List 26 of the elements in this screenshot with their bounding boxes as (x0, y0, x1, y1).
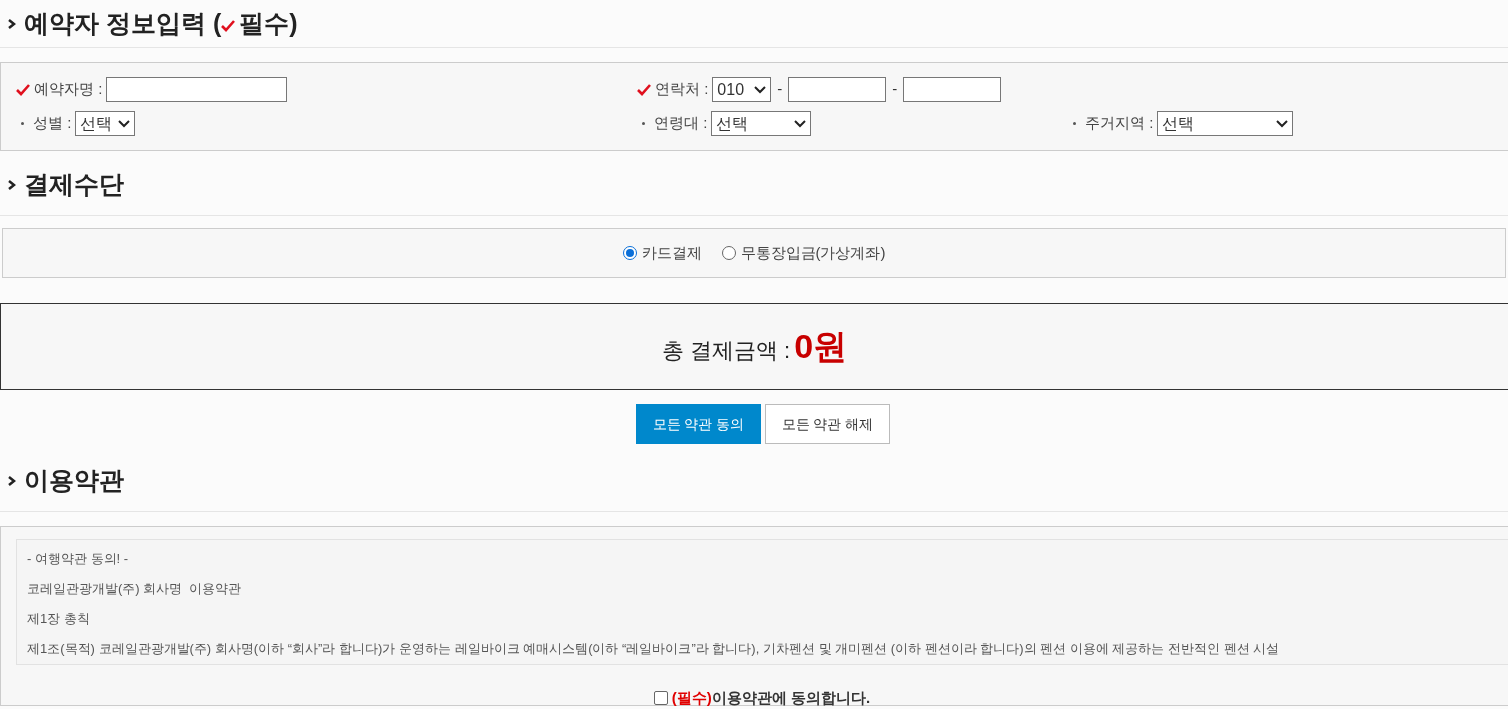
radio-option[interactable]: 무통장입금(가상계좌) (721, 241, 886, 265)
agree-button[interactable]: 모든 약관 해제 (765, 404, 890, 444)
agree-text: (필수)이용약관에 동의합니다. (671, 688, 871, 708)
total-amount: 0원 (794, 326, 848, 367)
select-dropdown[interactable]: 선택 (1157, 111, 1294, 136)
section-title: 이용약관 (24, 464, 124, 496)
section-title: 예약자 정보입력 ( (24, 7, 222, 39)
terms-text: - 여행약관 동의! - (27, 550, 130, 568)
terms-text: 제1조(목적) 코레일관광개발(주) 회사명(이하 “회사”라 합니다)가 운영하는 레일바이크 예매시스템(이하 “레일바이크”라 합니다), 기차펜션 및 개미펜션 (이하 펜션이라 합니다)의 펜션 이용에 제공하는 전반적인 펜션 시설 (27, 640, 1281, 658)
agree-button[interactable]: 모든 약관 동의 (636, 404, 761, 444)
field-label: 연령대 : (654, 113, 708, 134)
radio-option[interactable]: 카드결제 (622, 241, 702, 265)
section-title: 결제수단 (24, 168, 124, 200)
terms-text: 제1장 총칙 (27, 610, 91, 628)
field-label: 연락처 : (655, 79, 709, 100)
select-dropdown[interactable]: 010 (712, 77, 772, 102)
section-title: 필수) (239, 7, 298, 39)
separator: - (776, 79, 784, 100)
terms-text: 코레일관광개발(주) 회사명 이용약관 (27, 580, 243, 598)
total-label: 총 결제금액 : (661, 337, 791, 365)
separator: - (891, 79, 899, 100)
field-label: 예약자명 : (34, 79, 103, 100)
select-dropdown[interactable]: 선택 (75, 111, 136, 136)
field-label: 주거지역 : (1085, 113, 1154, 134)
select-dropdown[interactable]: 선택 (711, 111, 812, 136)
field-label: 성별 : (33, 113, 72, 134)
